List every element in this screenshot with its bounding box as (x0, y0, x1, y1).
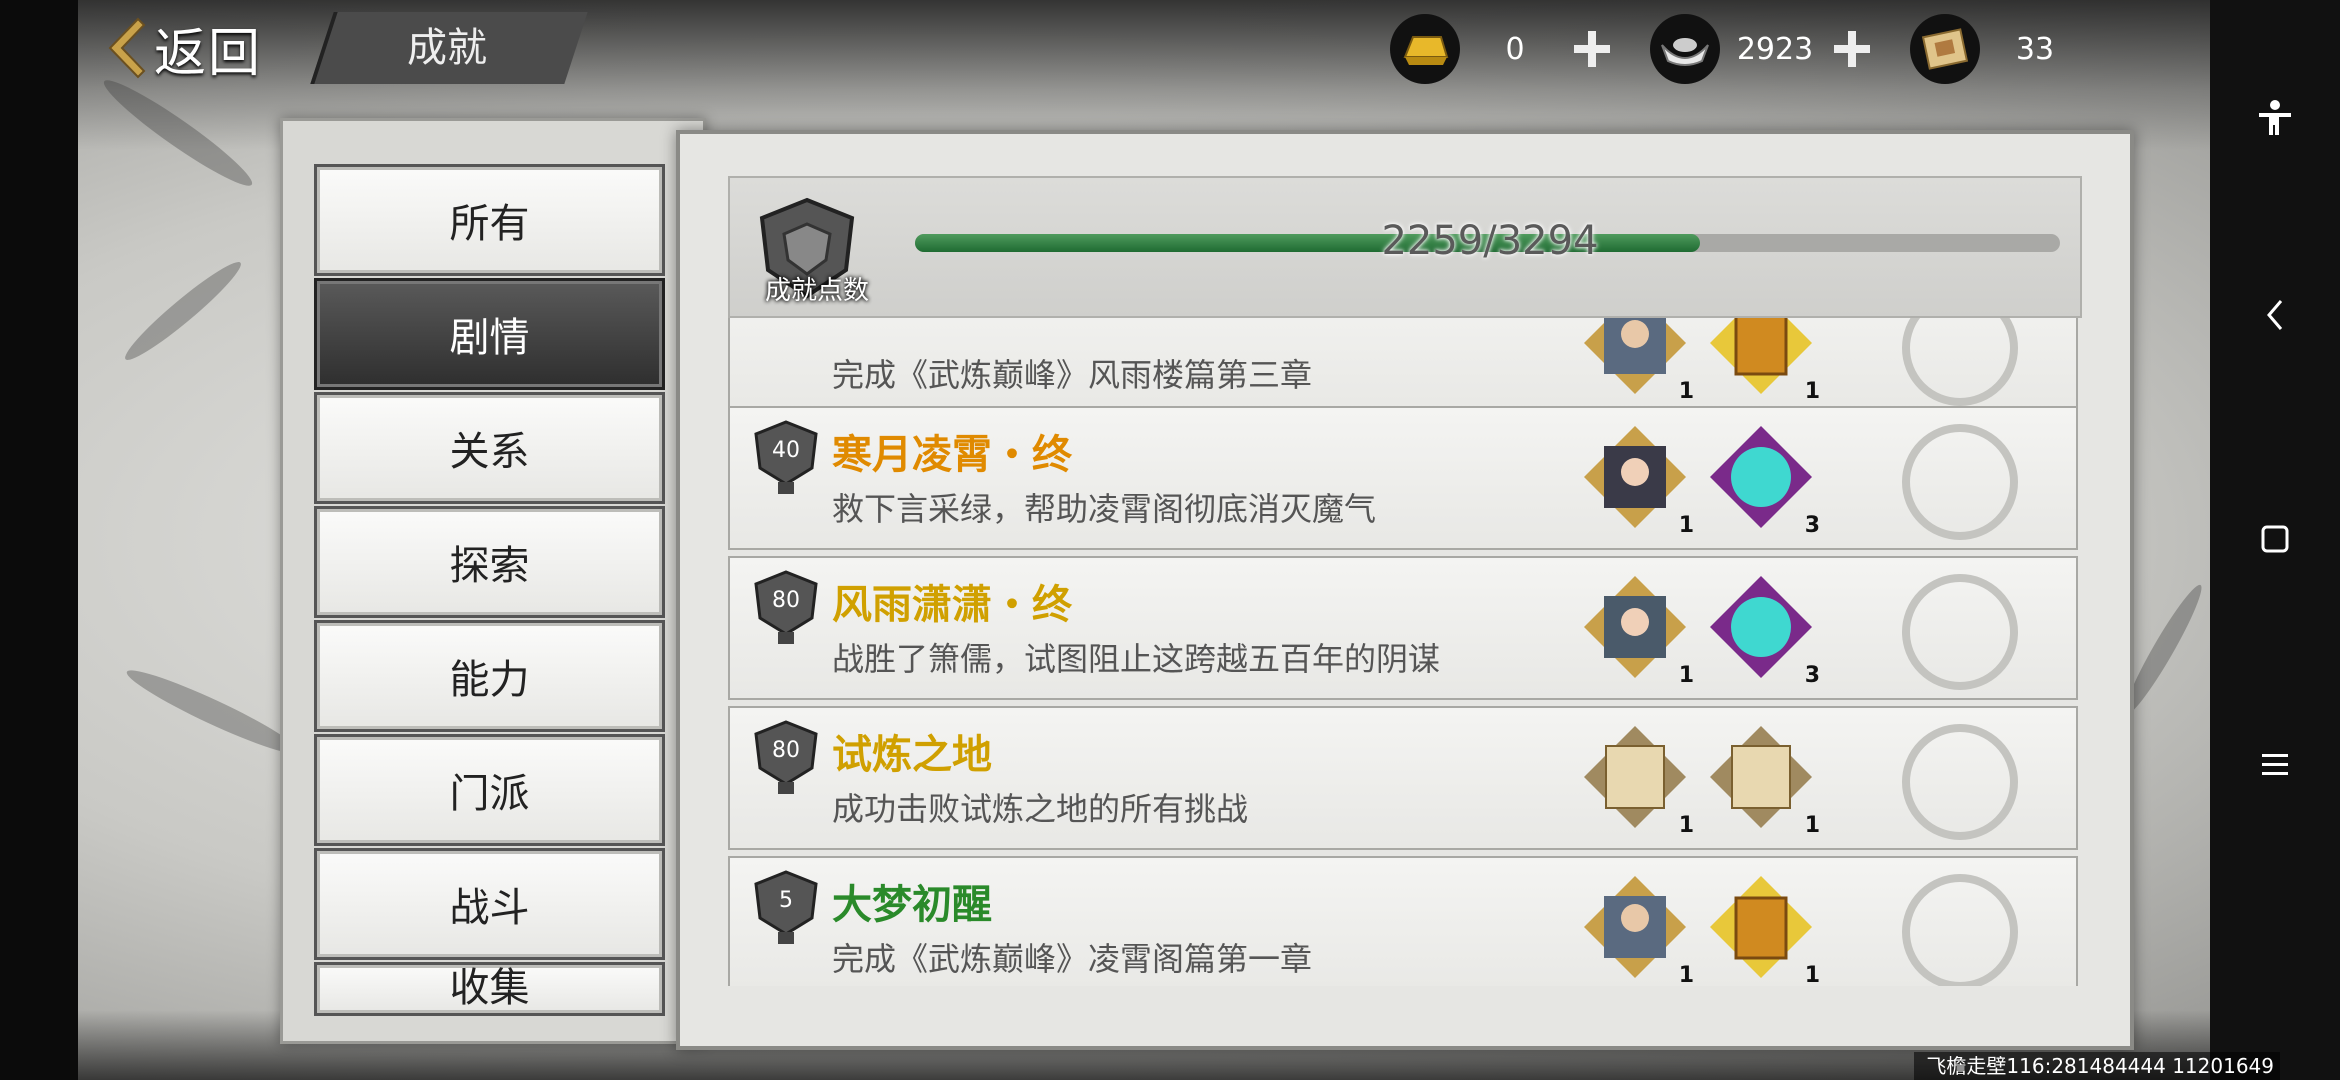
silver-value: 2923 (1736, 31, 1814, 67)
scroll-currency: 33 (1910, 14, 2090, 84)
reward-count: 3 (1804, 513, 1820, 538)
achievement-desc: 救下言采绿，帮助凌霄阁彻底消灭魔气 (832, 490, 1377, 528)
add-gold-button[interactable] (1570, 27, 1614, 71)
reward-slot[interactable]: 1 (1580, 722, 1694, 838)
claimed-stamp-icon (1902, 316, 2018, 406)
nav-home-icon[interactable] (2250, 514, 2300, 564)
left-black-bar (0, 0, 78, 1080)
achievement-points: 5 (779, 888, 793, 913)
achievement-points: 80 (772, 588, 800, 613)
claimed-stamp-icon (1902, 424, 2018, 540)
gold-currency: 0 (1390, 14, 1614, 84)
reward-count: 1 (1678, 663, 1694, 688)
bamboo-leaf-decoration (121, 660, 305, 764)
achievement-desc: 完成《武炼巅峰》凌霄阁篇第一章 (832, 940, 1313, 978)
player-watermark: 飞檐走壁116:281484444 11201649 (1914, 1052, 2280, 1080)
achievement-points: 40 (772, 438, 800, 463)
bamboo-leaf-decoration (118, 254, 248, 368)
page-title: 成就 (407, 25, 487, 71)
nav-menu-icon[interactable] (2250, 740, 2300, 790)
reward-count: 1 (1804, 963, 1820, 986)
back-button[interactable]: 返回 (100, 8, 262, 88)
character-portrait-icon (1584, 426, 1686, 528)
reward-count: 1 (1804, 379, 1820, 404)
reward-slot[interactable]: 3 (1706, 422, 1820, 538)
reward-count: 1 (1678, 513, 1694, 538)
cyan-orb-icon (1710, 576, 1812, 678)
claimed-stamp-icon (1902, 574, 2018, 690)
achievement-desc: 战胜了箫儒，试图阻止这跨越五百年的阴谋 (832, 640, 1441, 678)
character-portrait-icon (1584, 876, 1686, 978)
reward-slot[interactable]: 1 (1706, 316, 1820, 404)
back-label: 返回 (154, 23, 263, 84)
achievement-list[interactable]: 完成《武炼巅峰》风雨楼篇第三章 1 1 40 寒月凌霄・终 救下言采绿，帮助凌霄… (728, 316, 2078, 986)
category-tab-all[interactable]: 所有 (314, 164, 665, 276)
achievement-row: 完成《武炼巅峰》风雨楼篇第三章 1 1 (728, 316, 2078, 416)
achievement-title: 寒月凌霄・终 (832, 432, 1072, 478)
reward-slot[interactable]: 1 (1706, 872, 1820, 986)
achievement-points: 80 (772, 738, 800, 763)
reward-slot[interactable]: 3 (1706, 572, 1820, 688)
reward-count: 3 (1804, 663, 1820, 688)
gold-ingot-icon (1390, 14, 1460, 84)
reward-count: 1 (1804, 813, 1820, 838)
claimed-stamp-icon (1902, 874, 2018, 986)
achievement-points-label: 成就点数 (764, 276, 869, 306)
achievement-row: 5 大梦初醒 完成《武炼巅峰》凌霄阁篇第一章 1 1 (728, 856, 2078, 986)
achievement-desc: 完成《武炼巅峰》风雨楼篇第三章 (832, 356, 1313, 394)
reward-slot[interactable]: 1 (1580, 872, 1694, 986)
chevron-left-icon (108, 17, 146, 79)
category-tab-sect[interactable]: 门派 (314, 734, 665, 846)
silver-ingot-icon (1650, 14, 1720, 84)
nav-back-icon[interactable] (2250, 290, 2300, 340)
reward-count: 1 (1678, 813, 1694, 838)
category-tab-collect[interactable]: 收集 (314, 962, 665, 1016)
martial-scroll-icon (1584, 726, 1686, 828)
reward-count: 1 (1678, 379, 1694, 404)
gold-book-icon (1710, 876, 1812, 978)
cyan-orb-icon (1710, 426, 1812, 528)
reward-slot[interactable]: 1 (1580, 572, 1694, 688)
achievement-title: 试炼之地 (832, 732, 992, 778)
martial-scroll-icon (1710, 726, 1812, 828)
achievement-row: 40 寒月凌霄・终 救下言采绿，帮助凌霄阁彻底消灭魔气 1 3 (728, 406, 2078, 550)
achievement-row: 80 风雨潇潇・终 战胜了箫儒，试图阻止这跨越五百年的阴谋 1 3 (728, 556, 2078, 700)
category-tab-relations[interactable]: 关系 (314, 392, 665, 504)
category-tab-explore[interactable]: 探索 (314, 506, 665, 618)
scroll-ticket-icon (1910, 14, 1980, 84)
silver-currency: 2923 (1650, 14, 1874, 84)
category-tab-combat[interactable]: 战斗 (314, 848, 665, 960)
category-tab-ability[interactable]: 能力 (314, 620, 665, 732)
category-tab-story[interactable]: 剧情 (314, 278, 665, 390)
achievement-title: 风雨潇潇・终 (832, 582, 1072, 628)
reward-slot[interactable]: 1 (1580, 316, 1694, 404)
reward-count: 1 (1678, 963, 1694, 986)
achievement-title: 大梦初醒 (832, 882, 992, 928)
reward-slot[interactable]: 1 (1706, 722, 1820, 838)
accessibility-icon[interactable] (2250, 94, 2300, 144)
character-portrait-icon (1584, 576, 1686, 678)
add-silver-button[interactable] (1830, 27, 1874, 71)
achievement-progress-text: 2259/3294 (1381, 218, 1599, 264)
achievement-row: 80 试炼之地 成功击败试炼之地的所有挑战 1 1 (728, 706, 2078, 850)
claimed-stamp-icon (1902, 724, 2018, 840)
gold-value: 0 (1505, 31, 1525, 67)
achievement-desc: 成功击败试炼之地的所有挑战 (832, 790, 1249, 828)
gold-book-icon (1710, 316, 1812, 394)
reward-slot[interactable]: 1 (1580, 422, 1694, 538)
character-portrait-icon (1584, 316, 1686, 394)
scroll-value: 33 (2015, 31, 2055, 67)
